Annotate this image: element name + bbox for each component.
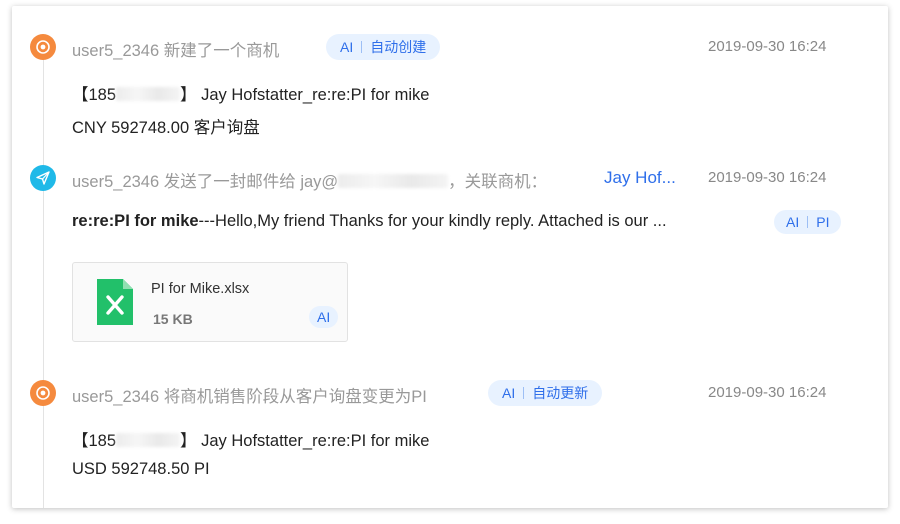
paper-plane-icon — [30, 165, 56, 191]
email-subject: re:re:PI for mike — [72, 212, 199, 230]
tag-separator — [361, 41, 363, 53]
event-time: 2019-09-30 16:24 — [708, 38, 827, 55]
title-prefix: 【185 — [72, 86, 117, 104]
title-suffix: 】 Jay Hofstatter_re:re:PI for mike — [180, 432, 430, 450]
actor-prefix: user5_2346 发送了一封邮件给 jay@ — [72, 173, 339, 191]
redacted-email — [338, 174, 449, 188]
tag-separator — [523, 387, 525, 399]
auto-create-tag: AI 自动创建 — [326, 34, 441, 60]
target-icon — [30, 34, 56, 60]
event-time: 2019-09-30 16:24 — [708, 384, 827, 401]
tag-label: 自动创建 — [370, 39, 427, 55]
opportunity-title[interactable]: 【185 】 Jay Hofstatter_re:re:PI for mike — [72, 81, 429, 105]
tag-separator — [807, 216, 809, 228]
event-time: 2019-09-30 16:24 — [708, 169, 827, 186]
timeline-line — [43, 54, 44, 508]
opportunity-amount-stage: CNY 592748.00 客户询盘 — [72, 119, 260, 137]
ai-label: AI — [786, 214, 800, 230]
excel-file-icon — [97, 279, 133, 325]
title-prefix: 【185 — [72, 432, 117, 450]
email-snippet: ---Hello,My friend Thanks for your kindl… — [198, 212, 667, 230]
ai-label: AI — [340, 39, 354, 55]
actor-suffix: ，关联商机： — [448, 173, 548, 191]
tag-label: 自动更新 — [532, 385, 589, 401]
opportunity-title[interactable]: 【185 】 Jay Hofstatter_re:re:PI for mike — [72, 427, 429, 451]
auto-update-tag: AI 自动更新 — [488, 380, 603, 406]
ai-label: AI — [502, 385, 516, 401]
opportunity-amount-stage: USD 592748.50 PI — [72, 460, 210, 478]
attachment-card[interactable]: PI for Mike.xlsx 15 KB AI — [72, 262, 348, 342]
attachment-name: PI for Mike.xlsx — [151, 281, 250, 297]
related-opportunity-link[interactable]: Jay Hof... — [604, 168, 676, 188]
target-icon — [30, 380, 56, 406]
redacted-text — [116, 433, 181, 447]
activity-timeline-card: user5_2346 新建了一个商机 AI 自动创建 2019-09-30 16… — [12, 6, 888, 508]
pi-tag: AI PI — [774, 210, 842, 234]
title-suffix: 】 Jay Hofstatter_re:re:PI for mike — [180, 86, 430, 104]
attachment-ai-badge: AI — [309, 306, 339, 328]
event-actor-text: user5_2346 发送了一封邮件给 jay@ ，关联商机： — [72, 168, 547, 192]
event-actor-text: user5_2346 将商机销售阶段从客户询盘变更为PI — [72, 388, 427, 406]
email-summary[interactable]: re:re:PI for mike---Hello,My friend Than… — [72, 212, 667, 231]
tag-label: PI — [816, 214, 830, 230]
attachment-size: 15 KB — [153, 311, 193, 327]
event-actor-text: user5_2346 新建了一个商机 — [72, 42, 280, 60]
redacted-text — [116, 87, 181, 101]
